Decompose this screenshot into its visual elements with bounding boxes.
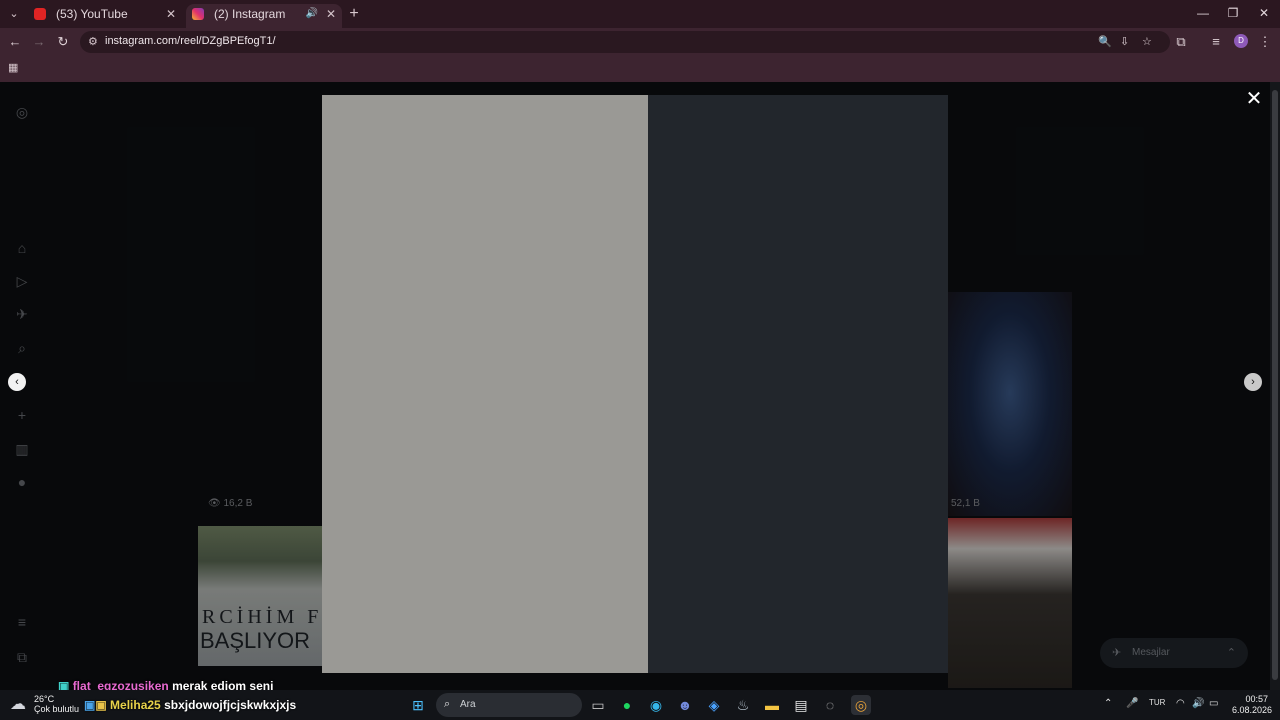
url-text[interactable]: instagram.com/reel/DZgBPEfogT1/	[105, 35, 276, 47]
apps-grid-icon[interactable]: ▦	[8, 61, 18, 74]
edge-icon[interactable]: ◉	[646, 695, 666, 715]
reload-icon[interactable]: ↻	[55, 34, 71, 50]
tab-youtube[interactable]: (53) YouTube ✕	[28, 4, 182, 28]
discord-icon[interactable]: ☻	[675, 695, 695, 715]
task-view-icon[interactable]: ▭	[588, 695, 608, 715]
chat-username: Meliha25	[110, 698, 161, 712]
system-clock[interactable]: 00:57 6.08.2026	[1232, 694, 1273, 716]
volume-icon[interactable]: 🔊	[1192, 698, 1204, 709]
tab-strip: ⌄ (53) YouTube ✕ (2) Instagram 🔊 ✕ + — ❐…	[0, 0, 1280, 28]
close-modal-icon[interactable]: ✕	[1244, 86, 1264, 111]
install-app-icon[interactable]: ⇩	[1120, 35, 1129, 48]
menu-kebab-icon[interactable]: ⋮	[1257, 34, 1273, 50]
send-icon: ✈	[1112, 647, 1122, 659]
chat-line: ▣▣ Meliha25 sbxjdowojfjcjskwkxjxjs	[84, 698, 296, 712]
language-indicator[interactable]: TUR	[1149, 698, 1165, 707]
reel-media-placeholder[interactable]	[322, 95, 648, 673]
weather-cloud-icon[interactable]: ☁	[10, 694, 26, 714]
steam-icon[interactable]: ♨	[733, 695, 753, 715]
media-controls-icon[interactable]: ≡	[1208, 34, 1224, 50]
site-settings-icon[interactable]: ⚙	[88, 35, 98, 48]
new-tab-button[interactable]: +	[346, 5, 362, 23]
chrome-icon[interactable]: ◎	[851, 695, 871, 715]
tray-chevron-icon[interactable]: ⌃	[1104, 698, 1112, 709]
taskbar-search[interactable]: ⌕ Ara	[436, 693, 582, 717]
start-windows-icon[interactable]: ⊞	[408, 695, 428, 715]
window-close-button[interactable]: ✕	[1254, 6, 1274, 20]
back-icon[interactable]: ←	[7, 34, 23, 50]
address-bar[interactable]: ⚙ instagram.com/reel/DZgBPEfogT1/ 🔍 ⇩ ☆	[80, 31, 1170, 53]
search-icon: ⌕	[444, 698, 451, 710]
scroll-thumb[interactable]	[1272, 90, 1278, 680]
next-post-button[interactable]: ›	[1244, 373, 1262, 391]
clock-time: 00:57	[1245, 694, 1268, 704]
profile-avatar[interactable]: D	[1234, 34, 1248, 48]
microsoft-store-icon[interactable]: ▤	[791, 695, 811, 715]
weather-widget[interactable]: 26°C Çok bulutlu	[34, 694, 79, 714]
messages-pill[interactable]: ✈ Mesajlar ⌃	[1100, 638, 1248, 668]
instagram-page: ◎ ⌂ ▷ ✈ ⌕ + ▥ ● ≡ ⧉ 👁 16,2 B RCİHİM F BA…	[0, 82, 1280, 690]
restore-button[interactable]: ❐	[1223, 6, 1243, 20]
tab-title: (2) Instagram	[214, 7, 286, 21]
minimize-button[interactable]: —	[1193, 6, 1213, 20]
instagram-icon	[192, 8, 204, 20]
messages-label: Mesajlar	[1132, 647, 1170, 658]
reel-details-panel	[648, 95, 948, 673]
bookmarks-bar	[0, 56, 1280, 78]
chat-message: sbxjdowojfjcjskwkxjxjs	[164, 698, 297, 712]
page-scrollbar[interactable]	[1270, 82, 1280, 690]
youtube-icon	[34, 8, 46, 20]
previous-post-button[interactable]: ‹	[8, 373, 26, 391]
close-tab-icon[interactable]: ✕	[326, 4, 336, 24]
spotify-icon[interactable]: ●	[617, 695, 637, 715]
expand-icon: ⌃	[1226, 647, 1236, 659]
weather-temp: 26°C	[34, 694, 55, 704]
search-label: Ara	[460, 699, 476, 710]
close-tab-icon[interactable]: ✕	[166, 4, 176, 24]
tab-title: (53) YouTube	[56, 7, 128, 21]
bookmark-star-icon[interactable]: ☆	[1142, 35, 1152, 48]
speaker-icon[interactable]: 🔊	[306, 4, 318, 24]
chat-badge-icon: ▣	[84, 698, 96, 712]
tab-search-chevron-icon[interactable]: ⌄	[6, 6, 22, 22]
battery-icon[interactable]: ▭	[1209, 698, 1218, 709]
microphone-icon[interactable]: 🎤	[1126, 698, 1138, 709]
file-explorer-icon[interactable]: ▬	[762, 695, 782, 715]
weather-desc: Çok bulutlu	[34, 704, 80, 714]
zoom-icon[interactable]: 🔍	[1098, 35, 1112, 48]
visual-studio-icon[interactable]: ◈	[704, 695, 724, 715]
wifi-icon[interactable]: ◠	[1176, 698, 1185, 709]
chat-badge-icon: ▣	[95, 698, 107, 712]
app-icon[interactable]: ◌	[820, 695, 840, 715]
forward-icon[interactable]: →	[31, 34, 47, 50]
tab-instagram[interactable]: (2) Instagram 🔊 ✕	[186, 4, 342, 28]
extensions-icon[interactable]: ⧉	[1173, 34, 1189, 50]
clock-date: 6.08.2026	[1232, 705, 1273, 715]
